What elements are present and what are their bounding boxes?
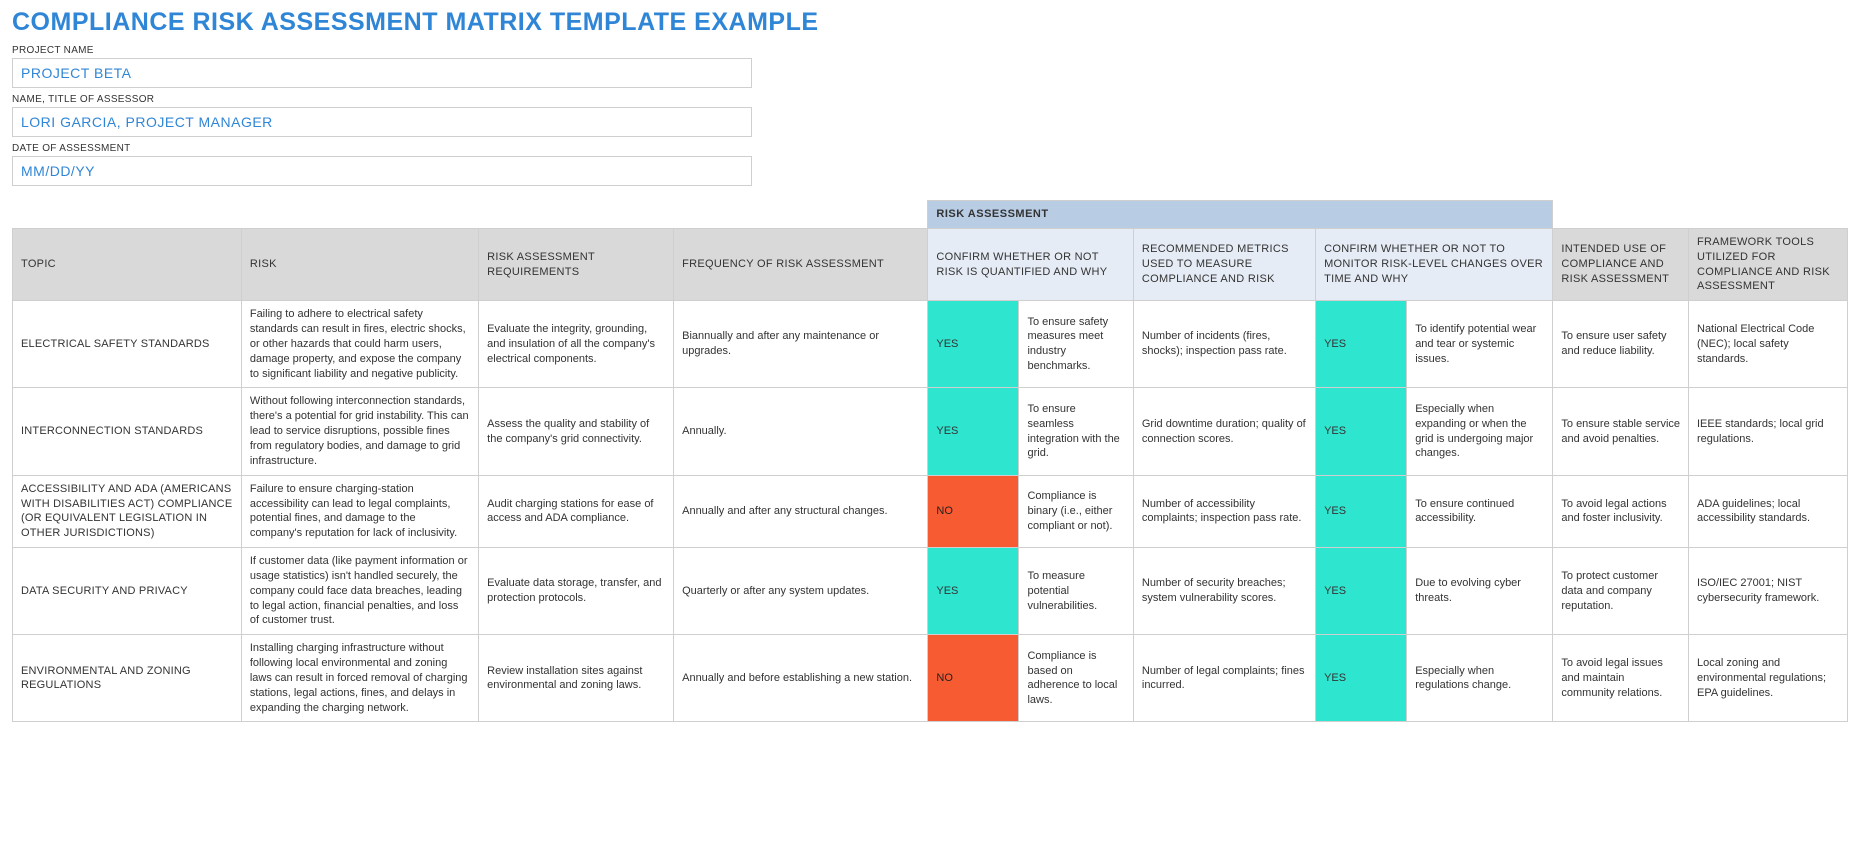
cell-monitor-flag: YES — [1316, 301, 1407, 388]
col-quantified: CONFIRM WHETHER OR NOT RISK IS QUANTIFIE… — [928, 228, 1134, 300]
cell-tools: ADA guidelines; local accessibility stan… — [1689, 475, 1848, 547]
col-intended: INTENDED USE OF COMPLIANCE AND RISK ASSE… — [1553, 228, 1689, 300]
table-row: ENVIRONMENTAL AND ZONING REGULATIONSInst… — [13, 635, 1848, 722]
assessor-label: NAME, TITLE OF ASSESSOR — [12, 94, 1848, 105]
col-metrics: RECOMMENDED METRICS USED TO MEASURE COMP… — [1133, 228, 1315, 300]
cell-risk: Installing charging infrastructure witho… — [241, 635, 478, 722]
cell-metrics: Number of security breaches; system vuln… — [1133, 548, 1315, 635]
cell-frequency: Annually and before establishing a new s… — [674, 635, 928, 722]
cell-tools: National Electrical Code (NEC); local sa… — [1689, 301, 1848, 388]
cell-monitor-why: Due to evolving cyber threats. — [1407, 548, 1553, 635]
date-label: DATE OF ASSESSMENT — [12, 143, 1848, 154]
col-requirements: RISK ASSESSMENT REQUIREMENTS — [479, 228, 674, 300]
cell-tools: Local zoning and environmental regulatio… — [1689, 635, 1848, 722]
assessor-input[interactable] — [12, 107, 752, 137]
risk-matrix-table: RISK ASSESSMENT TOPIC RISK RISK ASSESSME… — [12, 200, 1848, 722]
cell-quant-why: Compliance is binary (i.e., either compl… — [1019, 475, 1133, 547]
cell-risk: Failing to adhere to electrical safety s… — [241, 301, 478, 388]
cell-monitor-why: Especially when regulations change. — [1407, 635, 1553, 722]
cell-quant-why: To ensure seamless integration with the … — [1019, 388, 1133, 475]
cell-frequency: Annually and after any structural change… — [674, 475, 928, 547]
cell-intended: To ensure user safety and reduce liabili… — [1553, 301, 1689, 388]
cell-monitor-flag: YES — [1316, 548, 1407, 635]
group-header-risk-assessment: RISK ASSESSMENT — [928, 201, 1553, 229]
cell-requirements: Review installation sites against enviro… — [479, 635, 674, 722]
cell-intended: To ensure stable service and avoid penal… — [1553, 388, 1689, 475]
cell-quant-flag: NO — [928, 635, 1019, 722]
cell-quant-why: To measure potential vulnerabilities. — [1019, 548, 1133, 635]
col-tools: FRAMEWORK TOOLS UTILIZED FOR COMPLIANCE … — [1689, 228, 1848, 300]
cell-topic: ELECTRICAL SAFETY STANDARDS — [13, 301, 242, 388]
cell-monitor-flag: YES — [1316, 388, 1407, 475]
date-input[interactable] — [12, 156, 752, 186]
cell-risk: Without following interconnection standa… — [241, 388, 478, 475]
project-name-input[interactable] — [12, 58, 752, 88]
project-name-field: PROJECT NAME — [12, 45, 1848, 88]
cell-intended: To avoid legal actions and foster inclus… — [1553, 475, 1689, 547]
cell-requirements: Audit charging stations for ease of acce… — [479, 475, 674, 547]
cell-tools: IEEE standards; local grid regulations. — [1689, 388, 1848, 475]
cell-quant-flag: YES — [928, 548, 1019, 635]
cell-frequency: Annually. — [674, 388, 928, 475]
cell-risk: If customer data (like payment informati… — [241, 548, 478, 635]
table-row: ACCESSIBILITY AND ADA (AMERICANS WITH DI… — [13, 475, 1848, 547]
cell-metrics: Number of incidents (fires, shocks); ins… — [1133, 301, 1315, 388]
cell-topic: INTERCONNECTION STANDARDS — [13, 388, 242, 475]
table-row: DATA SECURITY AND PRIVACYIf customer dat… — [13, 548, 1848, 635]
cell-quant-why: To ensure safety measures meet industry … — [1019, 301, 1133, 388]
cell-risk: Failure to ensure charging-station acces… — [241, 475, 478, 547]
cell-topic: DATA SECURITY AND PRIVACY — [13, 548, 242, 635]
cell-quant-flag: YES — [928, 301, 1019, 388]
cell-requirements: Assess the quality and stability of the … — [479, 388, 674, 475]
project-name-label: PROJECT NAME — [12, 45, 1848, 56]
col-risk: RISK — [241, 228, 478, 300]
cell-monitor-flag: YES — [1316, 635, 1407, 722]
cell-monitor-why: Especially when expanding or when the gr… — [1407, 388, 1553, 475]
col-topic: TOPIC — [13, 228, 242, 300]
cell-monitor-why: To ensure continued accessibility. — [1407, 475, 1553, 547]
cell-intended: To protect customer data and company rep… — [1553, 548, 1689, 635]
cell-requirements: Evaluate data storage, transfer, and pro… — [479, 548, 674, 635]
cell-metrics: Number of legal complaints; fines incurr… — [1133, 635, 1315, 722]
cell-metrics: Grid downtime duration; quality of conne… — [1133, 388, 1315, 475]
cell-topic: ENVIRONMENTAL AND ZONING REGULATIONS — [13, 635, 242, 722]
date-field: DATE OF ASSESSMENT — [12, 143, 1848, 186]
table-row: ELECTRICAL SAFETY STANDARDSFailing to ad… — [13, 301, 1848, 388]
cell-topic: ACCESSIBILITY AND ADA (AMERICANS WITH DI… — [13, 475, 242, 547]
assessor-field: NAME, TITLE OF ASSESSOR — [12, 94, 1848, 137]
cell-monitor-why: To identify potential wear and tear or s… — [1407, 301, 1553, 388]
cell-frequency: Biannually and after any maintenance or … — [674, 301, 928, 388]
col-frequency: FREQUENCY OF RISK ASSESSMENT — [674, 228, 928, 300]
cell-requirements: Evaluate the integrity, grounding, and i… — [479, 301, 674, 388]
cell-quant-why: Compliance is based on adherence to loca… — [1019, 635, 1133, 722]
cell-metrics: Number of accessibility complaints; insp… — [1133, 475, 1315, 547]
col-monitor: CONFIRM WHETHER OR NOT TO MONITOR RISK-L… — [1316, 228, 1553, 300]
cell-intended: To avoid legal issues and maintain commu… — [1553, 635, 1689, 722]
cell-tools: ISO/IEC 27001; NIST cybersecurity framew… — [1689, 548, 1848, 635]
page-title: COMPLIANCE RISK ASSESSMENT MATRIX TEMPLA… — [12, 8, 1848, 37]
cell-monitor-flag: YES — [1316, 475, 1407, 547]
cell-quant-flag: NO — [928, 475, 1019, 547]
cell-quant-flag: YES — [928, 388, 1019, 475]
table-row: INTERCONNECTION STANDARDSWithout followi… — [13, 388, 1848, 475]
cell-frequency: Quarterly or after any system updates. — [674, 548, 928, 635]
